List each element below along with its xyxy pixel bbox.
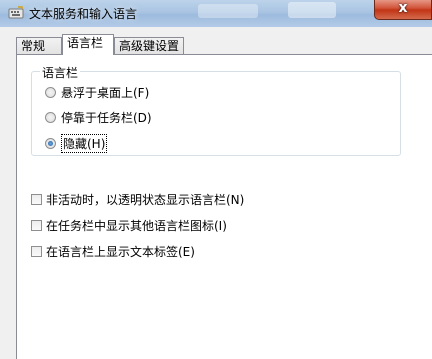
checkbox-label: 非活动时，以透明状态显示语言栏(N): [46, 193, 245, 207]
checkbox[interactable]: [31, 246, 42, 257]
checkbox-transparent-when-inactive[interactable]: 非活动时，以透明状态显示语言栏(N): [31, 191, 244, 208]
checkbox[interactable]: [31, 194, 42, 205]
tab-panel: 语言栏 悬浮于桌面上(F) 停靠于任务栏(D) 隐藏(H) 非活动时，以透明状态…: [16, 54, 432, 359]
radio-button[interactable]: [45, 112, 56, 123]
radio-float-on-desktop[interactable]: 悬浮于桌面上(F): [45, 84, 149, 101]
radio-label: 隐藏(H): [61, 134, 108, 153]
dialog-body: 常规 语言栏 高级键设置 语言栏 悬浮于桌面上(F) 停靠于任务栏(D) 隐藏(…: [0, 27, 432, 359]
radio-button[interactable]: [45, 87, 56, 98]
group-title: 语言栏: [40, 64, 81, 81]
title-bar[interactable]: 文本服务和输入语言 x: [0, 0, 432, 28]
radio-hidden[interactable]: 隐藏(H): [45, 134, 108, 153]
title-bar-reflection: [288, 2, 336, 18]
checkbox[interactable]: [31, 220, 42, 231]
checkbox-text-labels[interactable]: 在语言栏上显示文本标签(E): [31, 243, 195, 260]
window-title: 文本服务和输入语言: [29, 7, 138, 21]
tab-label: 高级键设置: [119, 39, 180, 53]
title-bar-reflection: [198, 4, 258, 18]
close-button[interactable]: x: [374, 0, 432, 20]
tab-label: 语言栏: [67, 36, 104, 50]
tab-language-bar[interactable]: 语言栏: [62, 34, 114, 55]
keyboard-icon: [8, 6, 24, 19]
radio-dock-in-taskbar[interactable]: 停靠于任务栏(D): [45, 109, 152, 126]
tab-label: 常规: [21, 39, 46, 53]
tab-general[interactable]: 常规: [16, 37, 62, 54]
radio-label: 停靠于任务栏(D): [61, 111, 152, 125]
radio-label: 悬浮于桌面上(F): [61, 86, 150, 100]
language-bar-group: 语言栏 悬浮于桌面上(F) 停靠于任务栏(D) 隐藏(H): [31, 64, 401, 156]
radio-button-selected[interactable]: [45, 138, 56, 149]
checkbox-extra-taskbar-icons[interactable]: 在任务栏中显示其他语言栏图标(I): [31, 217, 227, 234]
close-icon: x: [398, 0, 408, 16]
tab-advanced-key-settings[interactable]: 高级键设置: [114, 37, 184, 54]
checkbox-label: 在任务栏中显示其他语言栏图标(I): [46, 219, 227, 233]
checkbox-label: 在语言栏上显示文本标签(E): [46, 245, 195, 259]
